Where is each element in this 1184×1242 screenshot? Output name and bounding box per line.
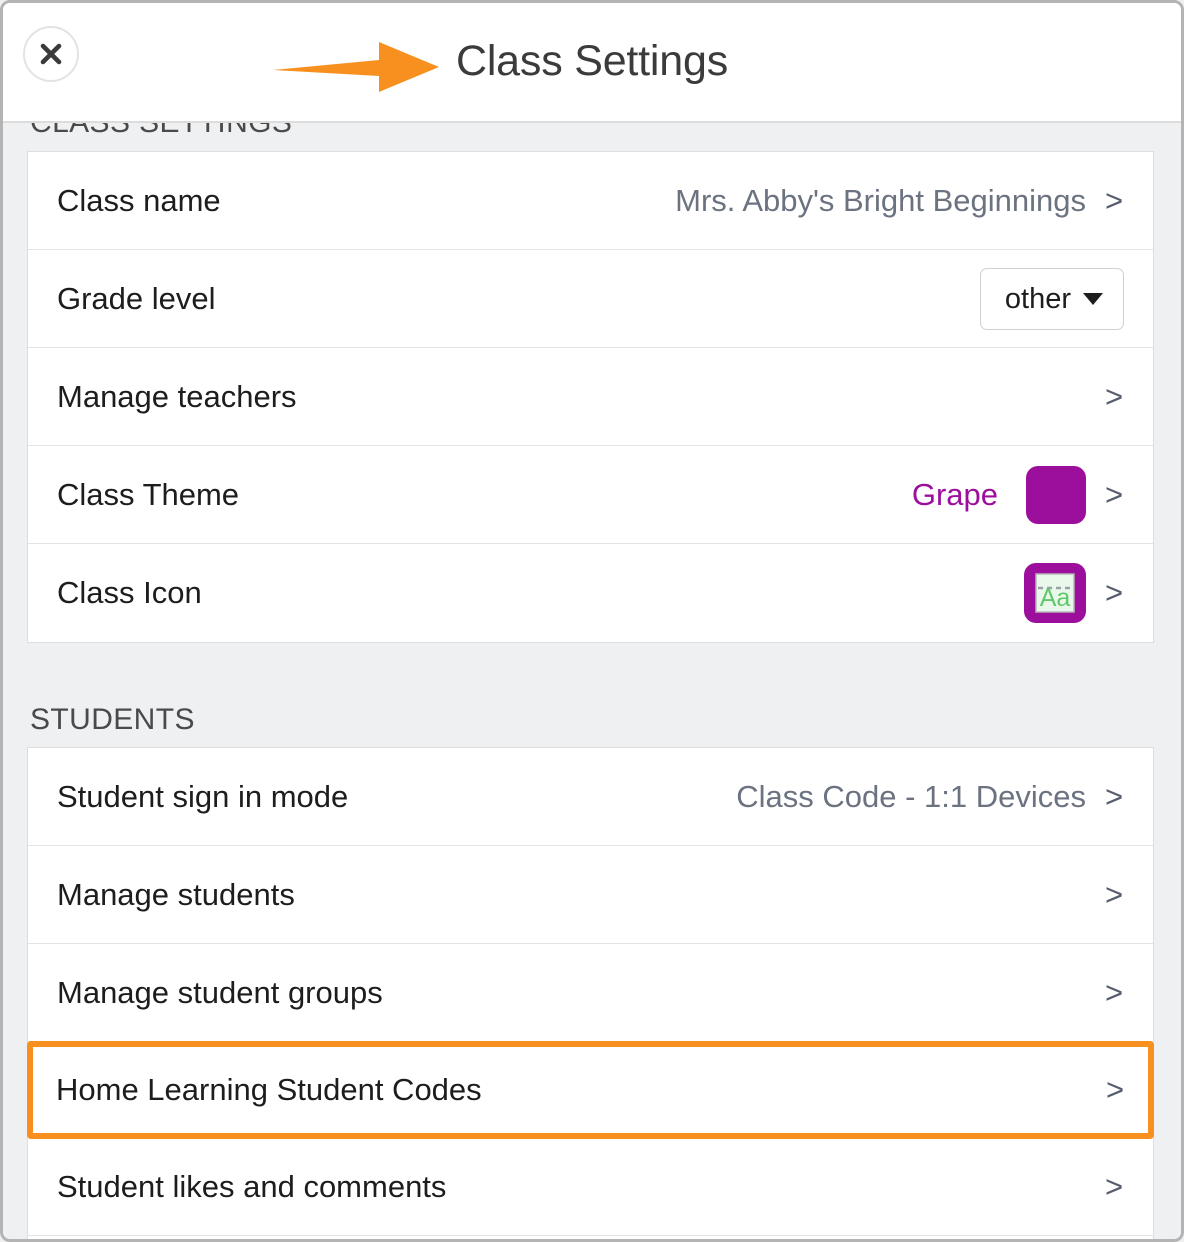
row-label: Manage students: [57, 877, 295, 913]
page-title: Class Settings: [3, 32, 1181, 90]
row-label: Manage teachers: [57, 379, 297, 415]
row-class-icon[interactable]: Class Icon Aa >: [28, 544, 1153, 642]
class-settings-card: Class name Mrs. Abby's Bright Beginnings…: [27, 151, 1154, 643]
row-right: >: [1105, 1075, 1125, 1105]
row-student-sign-in-mode[interactable]: Student sign in mode Class Code - 1:1 De…: [28, 748, 1153, 846]
row-home-learning-student-codes[interactable]: Home Learning Student Codes >: [27, 1041, 1154, 1139]
row-label: Home Learning Student Codes: [56, 1072, 482, 1108]
row-right: Aa >: [1024, 563, 1124, 623]
students-card: Student sign in mode Class Code - 1:1 De…: [27, 747, 1154, 1239]
row-right: >: [1104, 382, 1124, 412]
row-label: Student likes and comments: [57, 1169, 446, 1205]
modal-header: Class Settings: [3, 3, 1181, 123]
section-header-class-settings: CLASS SETTINGS: [3, 123, 1181, 140]
row-label: Class Icon: [57, 575, 202, 611]
chevron-right-icon: >: [1105, 1075, 1125, 1105]
grade-level-value: other: [1005, 283, 1071, 315]
svg-text:Aa: Aa: [1040, 584, 1071, 612]
row-right: Mrs. Abby's Bright Beginnings >: [675, 183, 1124, 219]
theme-color-swatch: [1026, 466, 1086, 524]
row-grade-level[interactable]: Grade level other: [28, 250, 1153, 348]
row-class-theme[interactable]: Class Theme Grape >: [28, 446, 1153, 544]
row-label: Class Theme: [57, 477, 239, 513]
row-label: Class name: [57, 183, 221, 219]
chevron-right-icon: >: [1104, 186, 1124, 216]
class-name-value: Mrs. Abby's Bright Beginnings: [675, 183, 1086, 219]
settings-scroll-area[interactable]: CLASS SETTINGS Class name Mrs. Abby's Br…: [3, 123, 1181, 1239]
row-partial-next[interactable]: [28, 1236, 1153, 1239]
row-student-likes-and-comments[interactable]: Student likes and comments >: [28, 1138, 1153, 1236]
sign-in-mode-value: Class Code - 1:1 Devices: [736, 779, 1086, 815]
row-label: Grade level: [57, 281, 216, 317]
row-label: Student sign in mode: [57, 779, 348, 815]
row-right: other: [980, 268, 1124, 330]
row-right: >: [1104, 880, 1124, 910]
row-manage-students[interactable]: Manage students >: [28, 846, 1153, 944]
row-class-name[interactable]: Class name Mrs. Abby's Bright Beginnings…: [28, 152, 1153, 250]
class-settings-modal: Class Settings CLASS SETTINGS Class name…: [0, 0, 1184, 1242]
text-style-icon: Aa: [1024, 563, 1086, 623]
row-manage-teachers[interactable]: Manage teachers >: [28, 348, 1153, 446]
chevron-right-icon: >: [1104, 578, 1124, 608]
chevron-right-icon: >: [1104, 480, 1124, 510]
class-theme-value: Grape: [912, 477, 998, 513]
chevron-right-icon: >: [1104, 978, 1124, 1008]
row-right: Grape >: [912, 466, 1124, 524]
row-label: Manage student groups: [57, 975, 383, 1011]
chevron-right-icon: >: [1104, 782, 1124, 812]
section-header-students: STUDENTS: [3, 703, 1181, 737]
row-right: >: [1104, 1172, 1124, 1202]
chevron-right-icon: >: [1104, 880, 1124, 910]
row-manage-student-groups[interactable]: Manage student groups >: [28, 944, 1153, 1042]
row-right: >: [1104, 978, 1124, 1008]
chevron-right-icon: >: [1104, 1172, 1124, 1202]
chevron-down-icon: [1083, 293, 1103, 305]
row-right: Class Code - 1:1 Devices >: [736, 779, 1124, 815]
grade-level-select[interactable]: other: [980, 268, 1124, 330]
chevron-right-icon: >: [1104, 382, 1124, 412]
